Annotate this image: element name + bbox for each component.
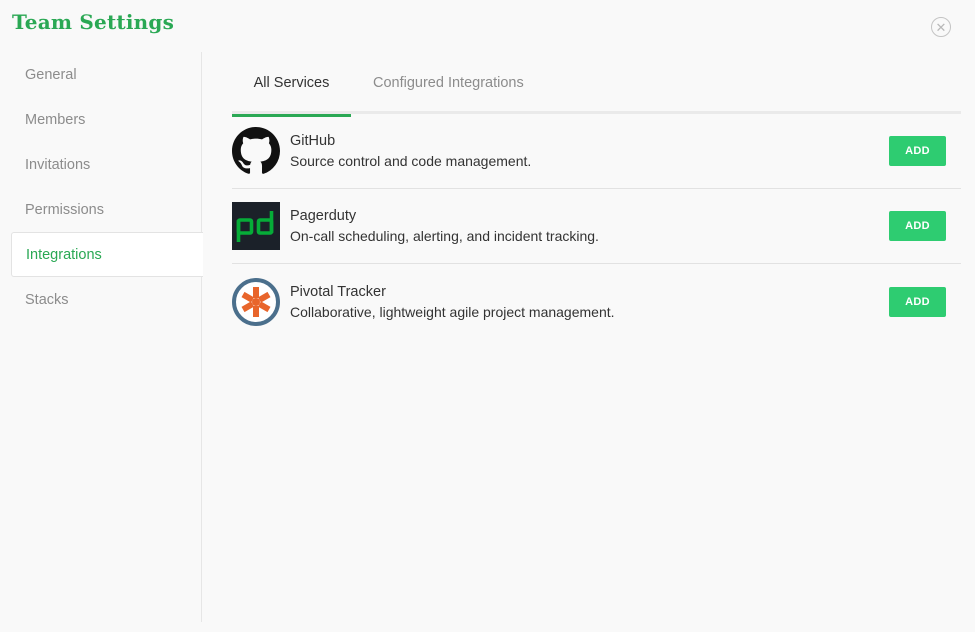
- service-description: On-call scheduling, alerting, and incide…: [290, 228, 599, 244]
- tab-all-services[interactable]: All Services: [232, 52, 351, 117]
- sidebar-item-stacks[interactable]: Stacks: [11, 277, 202, 322]
- add-pivotal-tracker-button[interactable]: ADD: [889, 286, 946, 317]
- list-item: Pagerduty On-call scheduling, alerting, …: [232, 189, 961, 264]
- service-name: Pagerduty: [290, 208, 357, 224]
- pagerduty-icon: [232, 202, 280, 250]
- close-icon[interactable]: ✕: [931, 17, 951, 37]
- list-item: GitHub Source control and code managemen…: [232, 114, 961, 189]
- tab-configured-integrations[interactable]: Configured Integrations: [373, 52, 524, 114]
- service-name: GitHub: [290, 133, 336, 149]
- services-list: GitHub Source control and code managemen…: [232, 114, 961, 339]
- sidebar-item-invitations[interactable]: Invitations: [11, 142, 202, 187]
- page-title: Team Settings: [12, 10, 175, 34]
- list-item: Pivotal Tracker Collaborative, lightweig…: [232, 264, 961, 339]
- add-pagerduty-button[interactable]: ADD: [889, 211, 946, 241]
- pivotal-tracker-icon: [232, 277, 280, 326]
- service-description: Source control and code management.: [290, 153, 532, 169]
- tab-bar: All Services Configured Integrations: [232, 52, 961, 117]
- sidebar-item-general[interactable]: General: [11, 52, 202, 97]
- sidebar-item-integrations[interactable]: Integrations: [11, 232, 203, 277]
- service-description: Collaborative, lightweight agile project…: [290, 303, 615, 320]
- add-github-button[interactable]: ADD: [889, 136, 946, 166]
- sidebar-item-members[interactable]: Members: [11, 97, 202, 142]
- sidebar-item-permissions[interactable]: Permissions: [11, 187, 202, 232]
- sidebar: General Members Invitations Permissions …: [0, 52, 203, 622]
- service-name: Pivotal Tracker: [290, 283, 386, 300]
- github-icon: [232, 127, 280, 175]
- main-content: All Services Configured Integrations Git…: [232, 52, 961, 339]
